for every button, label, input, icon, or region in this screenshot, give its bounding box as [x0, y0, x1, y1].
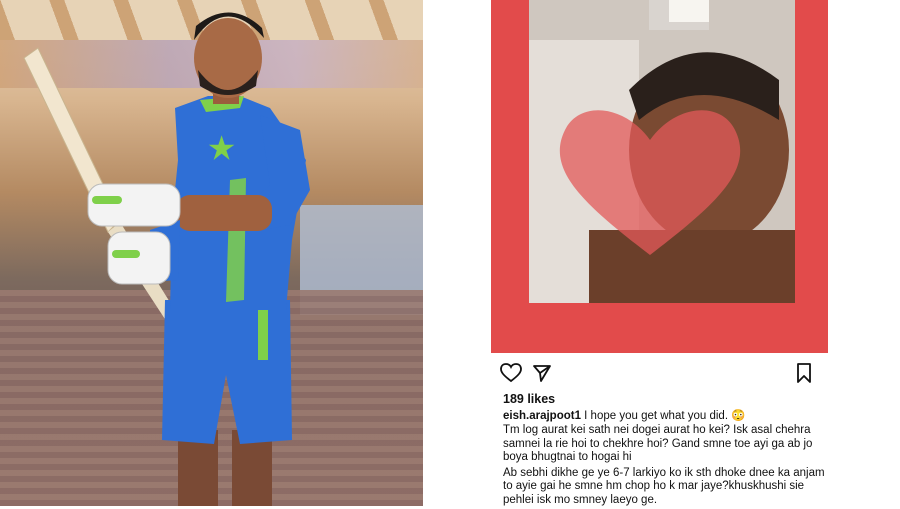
- send-icon[interactable]: [532, 363, 552, 388]
- caption-username[interactable]: eish.arajpoot1: [503, 410, 581, 422]
- player-photo: [0, 0, 423, 506]
- heart-icon[interactable]: [500, 363, 522, 388]
- selfie-illustration: [529, 0, 795, 303]
- caption-paragraph-2: Ab sebhi dikhe ge ye 6-7 larkiyo ko ik s…: [503, 466, 825, 506]
- caption-paragraph-1: Tm log aurat kei sath nei dogei aurat ho…: [503, 424, 813, 463]
- caption-text: I hope you get what you did. 😳: [580, 410, 746, 422]
- bookmark-icon[interactable]: [796, 363, 812, 388]
- post-caption: eish.arajpoot1 I hope you get what you d…: [503, 410, 833, 424]
- likes-count[interactable]: 189 likes: [503, 392, 555, 406]
- post-action-bar: [500, 363, 820, 385]
- caption-body: Tm log aurat kei sath nei dogei aurat ho…: [503, 424, 833, 509]
- post-image[interactable]: [529, 0, 795, 303]
- cricketer-figure: [23, 12, 310, 506]
